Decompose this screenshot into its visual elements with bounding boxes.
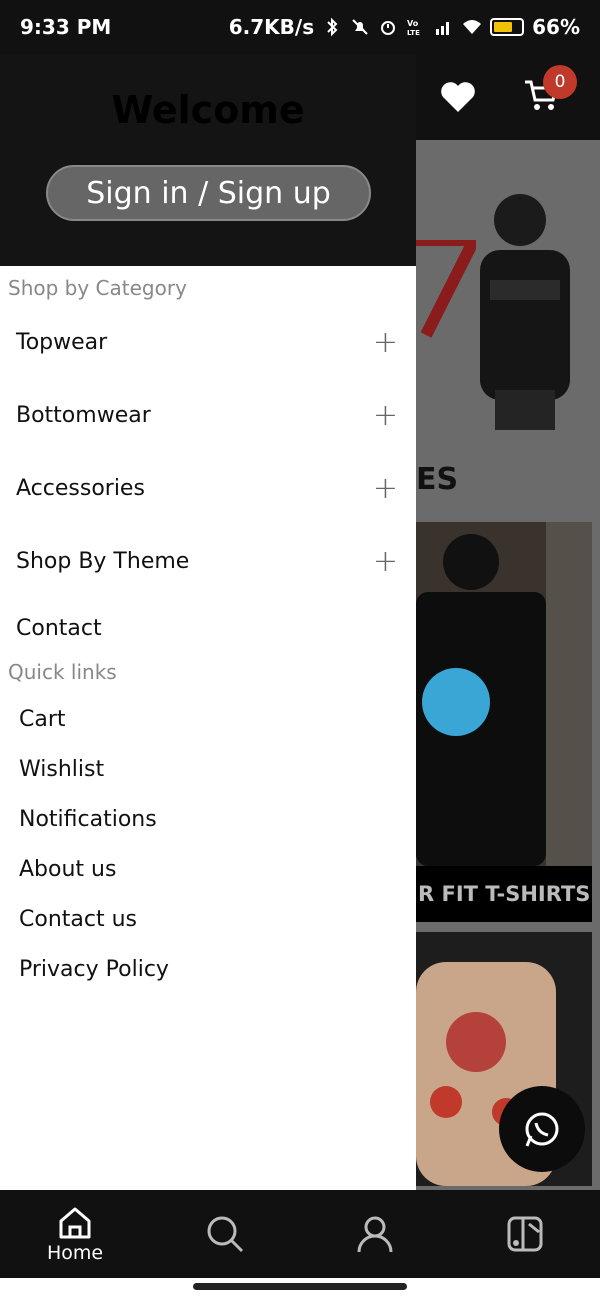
quick-link-wishlist[interactable]: Wishlist: [0, 744, 416, 794]
status-time: 9:33 PM: [20, 15, 112, 39]
quick-link-contact-us[interactable]: Contact us: [0, 894, 416, 944]
volte-icon: VoLTE: [407, 19, 420, 37]
category-item-topwear[interactable]: Topwear +: [0, 306, 416, 379]
category-label: Accessories: [16, 476, 145, 501]
battery-level: 66%: [532, 15, 580, 39]
search-icon: [207, 1216, 244, 1253]
product-card[interactable]: R FIT T-SHIRTS: [416, 522, 592, 922]
battery-icon: [490, 18, 525, 36]
product-image: [416, 522, 592, 866]
home-gesture-bar[interactable]: [193, 1283, 407, 1290]
signal-icon: [436, 22, 450, 35]
svg-text:LTE: LTE: [407, 29, 420, 37]
sign-in-button[interactable]: Sign in / Sign up: [46, 165, 371, 221]
bluetooth-icon: [327, 17, 338, 37]
quick-link-privacy-policy[interactable]: Privacy Policy: [0, 944, 416, 994]
category-label: Bottomwear: [16, 403, 151, 428]
status-bar: 9:33 PM 6.7KB/s Vo LTE 66%: [0, 0, 600, 54]
status-right: 6.7KB/s Vo LTE 66%: [229, 15, 580, 39]
svg-text:Vo: Vo: [407, 19, 419, 28]
screen: 9:33 PM 6.7KB/s Vo LTE 66% 0 ES R FIT T-…: [0, 0, 600, 1301]
hero-banner[interactable]: [416, 140, 600, 440]
category-label: Topwear: [16, 330, 108, 355]
bottom-navigation: Home: [0, 1190, 600, 1278]
profile-icon: [357, 1216, 393, 1253]
nav-profile[interactable]: [300, 1190, 450, 1278]
quick-links-heading: Quick links: [8, 660, 117, 684]
wifi-icon: [463, 20, 482, 34]
section-title: ES: [416, 462, 459, 497]
drawer-header: Welcome Sign in / Sign up: [0, 54, 416, 266]
expand-icon[interactable]: +: [373, 398, 398, 433]
whatsapp-icon: [525, 1112, 559, 1147]
whatsapp-button[interactable]: [499, 1086, 585, 1172]
catalog-icon: [507, 1216, 543, 1252]
category-item-accessories[interactable]: Accessories +: [0, 452, 416, 525]
category-item-shop-by-theme[interactable]: Shop By Theme +: [0, 525, 416, 598]
gesture-area: [0, 1278, 600, 1301]
welcome-text: Welcome: [111, 88, 305, 132]
net-speed: 6.7KB/s: [228, 15, 315, 39]
quick-link-notifications[interactable]: Notifications: [0, 794, 416, 844]
expand-icon[interactable]: +: [373, 471, 398, 506]
mute-icon: [352, 19, 368, 35]
heart-icon[interactable]: [440, 80, 476, 114]
navigation-drawer: Welcome Sign in / Sign up Shop by Catego…: [0, 54, 416, 1190]
nav-home-label: Home: [46, 1242, 104, 1264]
nav-search[interactable]: [150, 1190, 300, 1278]
alarm-icon: [381, 21, 396, 35]
category-label: Shop By Theme: [16, 549, 190, 574]
category-item-bottomwear[interactable]: Bottomwear +: [0, 379, 416, 452]
product-card-caption: R FIT T-SHIRTS: [416, 866, 592, 922]
quick-link-cart[interactable]: Cart: [0, 694, 416, 744]
drawer-item-contact[interactable]: Contact: [0, 598, 416, 658]
nav-home[interactable]: Home: [0, 1190, 150, 1278]
expand-icon[interactable]: +: [373, 325, 398, 360]
shop-by-category-heading: Shop by Category: [8, 276, 187, 300]
expand-icon[interactable]: +: [373, 544, 398, 579]
model-image: [480, 194, 570, 430]
home-icon: [59, 1207, 91, 1239]
nav-catalog[interactable]: [450, 1190, 600, 1278]
quick-link-about-us[interactable]: About us: [0, 844, 416, 894]
cart-count-badge: 0: [543, 65, 577, 99]
